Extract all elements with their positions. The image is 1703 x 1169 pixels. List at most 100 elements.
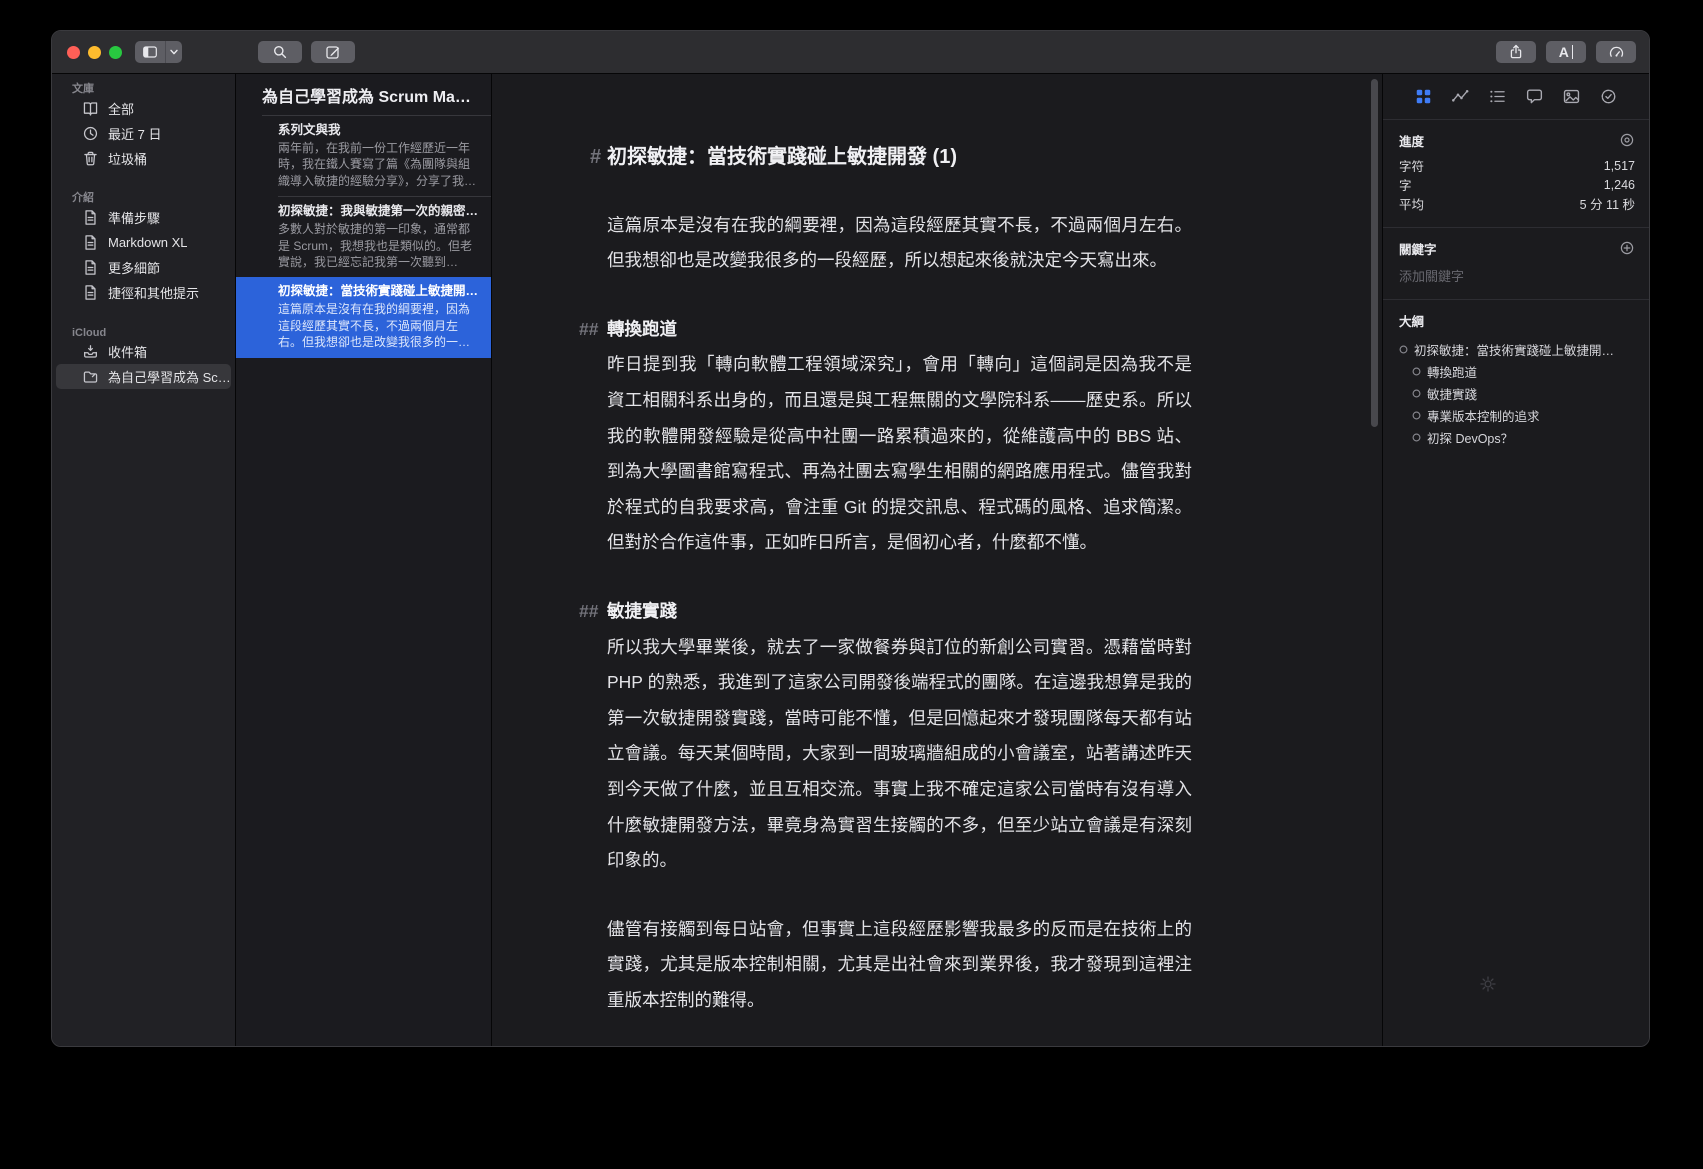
outline-item-label: 初探敏捷：當技術實踐碰上敏捷開…: [1414, 340, 1614, 359]
outline-item-label: 初探 DevOps？: [1427, 428, 1513, 447]
trash-icon: [82, 150, 99, 167]
share-button[interactable]: [1496, 41, 1536, 63]
paragraph: 這篇原本是沒有在我的綱要裡，因為這段經歷其實不長，不過兩個月左右。但我想卻也是改…: [607, 208, 1192, 279]
sidebar-section-library: 文庫: [52, 78, 235, 96]
sheet-icon: [82, 209, 99, 226]
sidebar-item-trash[interactable]: 垃圾桶: [56, 146, 231, 171]
sidebar-item-label: 全部: [108, 99, 134, 118]
sidebar-item-label: 最近 7 日: [108, 124, 161, 143]
outline-item[interactable]: 轉換跑道: [1399, 360, 1635, 382]
progress-section: 進度 字符 1,517 字 1,246 平均: [1383, 120, 1649, 228]
zoom-button[interactable]: [109, 46, 122, 59]
stat-average-reading-time: 平均 5 分 11 秒: [1399, 194, 1635, 213]
sidebar-item-prep-steps[interactable]: 準備步驟: [56, 205, 231, 230]
sidebar-section-intro: 介紹: [52, 187, 235, 205]
outline-list-tab[interactable]: [1488, 87, 1507, 106]
markdown-heading1: #初探敏捷：當技術實踐碰上敏捷開發 (1): [607, 140, 1192, 176]
sidebar-item-label: 準備步驟: [108, 208, 160, 227]
sheet-preview: 多數人對於敏捷的第一印象，通常都是 Scrum，我想我也是類似的。但老實說，我已…: [278, 221, 479, 270]
sidebar-item-label: 收件箱: [108, 342, 147, 361]
search-button[interactable]: [258, 41, 302, 63]
minimize-button[interactable]: [88, 46, 101, 59]
compose-icon: [325, 44, 341, 60]
titlebar: A: [52, 31, 1649, 74]
sidebar-item-all[interactable]: 全部: [56, 96, 231, 121]
keyword-input[interactable]: 添加關鍵字: [1399, 266, 1635, 285]
sidebar-item-more-details[interactable]: 更多細節: [56, 255, 231, 280]
dashboard-panel: 進度 字符 1,517 字 1,246 平均: [1382, 74, 1649, 1047]
stat-value: 1,517: [1604, 159, 1635, 173]
sheet-icon: [82, 234, 99, 251]
keywords-section: 關鍵字 添加關鍵字: [1383, 228, 1649, 300]
clock-icon: [82, 125, 99, 142]
panel-tabs: [1383, 74, 1649, 120]
sheet-list-title: 為自己學習成為 Scrum Mas…: [236, 74, 491, 115]
sidebar-item-label: 為自己學習成為 Scrum…: [108, 367, 231, 386]
inbox-icon: [82, 343, 99, 360]
sheet-icon: [82, 259, 99, 276]
media-image-tab[interactable]: [1562, 87, 1581, 106]
markdown-h2-marker: ##: [579, 594, 598, 630]
markdown-heading2: ##轉換跑道: [607, 312, 1192, 348]
stat-label: 平均: [1399, 194, 1424, 213]
comments-tab[interactable]: [1525, 87, 1544, 106]
sidebar-item-label: Markdown XL: [108, 235, 187, 250]
sidebar-toggle-icon: [135, 41, 165, 63]
dashboard-button[interactable]: [1596, 41, 1636, 63]
book-icon: [82, 100, 99, 117]
gauge-icon: [1608, 44, 1625, 61]
stat-words: 字 1,246: [1399, 175, 1635, 194]
editor: #初探敏捷：當技術實踐碰上敏捷開發 (1) 這篇原本是沒有在我的綱要裡，因為這段…: [492, 74, 1382, 1047]
traffic-lights: [67, 46, 122, 59]
stat-value: 5 分 11 秒: [1580, 194, 1635, 213]
app-window: A 文庫 全部: [51, 30, 1650, 1047]
editor-text-area[interactable]: #初探敏捷：當技術實踐碰上敏捷開發 (1) 這篇原本是沒有在我的綱要裡，因為這段…: [492, 74, 1192, 1018]
sheet-preview: 兩年前，在我前一份工作經歷近一年時，我在鐵人賽寫了篇《為團隊與組織導入敏捷的經驗…: [278, 140, 479, 189]
settings-gear-button[interactable]: [1479, 975, 1497, 993]
sidebar: 文庫 全部 最近 7 日 垃圾桶: [52, 74, 236, 1047]
paragraph: 所以我大學畢業後，就去了一家做餐券與訂位的新創公司實習。憑藉當時對 PHP 的熟…: [607, 630, 1192, 879]
progress-chart-tab[interactable]: [1451, 87, 1470, 106]
goal-target-button[interactable]: [1619, 132, 1635, 148]
outline-circle-icon: [1399, 345, 1408, 354]
text-view-button[interactable]: A: [1546, 41, 1586, 63]
stat-label: 字符: [1399, 156, 1424, 175]
markdown-heading2: ##敏捷實踐: [607, 594, 1192, 630]
sheet-title: 系列文與我: [278, 122, 479, 139]
keywords-title: 關鍵字: [1399, 239, 1437, 258]
sheet-item[interactable]: 初探敏捷：我與敏捷第一次的親密接觸 多數人對於敏捷的第一印象，通常都是 Scru…: [236, 197, 491, 277]
chevron-down-icon[interactable]: [165, 41, 182, 63]
sheet-title: 初探敏捷：我與敏捷第一次的親密接觸: [278, 203, 479, 220]
sidebar-item-markdown-xl[interactable]: Markdown XL: [56, 230, 231, 255]
outline-item[interactable]: 專業版本控制的追求: [1399, 404, 1635, 426]
sidebar-item-scrum-project[interactable]: 為自己學習成為 Scrum…: [56, 364, 231, 389]
sidebar-item-last-7-days[interactable]: 最近 7 日: [56, 121, 231, 146]
outline-item[interactable]: 敏捷實踐: [1399, 382, 1635, 404]
outline-section: 大綱 初探敏捷：當技術實踐碰上敏捷開… 轉換跑道 敏捷實踐: [1383, 300, 1649, 462]
outline-item[interactable]: 初探敏捷：當技術實踐碰上敏捷開…: [1399, 338, 1635, 360]
sidebar-item-label: 捷徑和其他提示: [108, 283, 199, 302]
sidebar-item-shortcuts-tips[interactable]: 捷徑和其他提示: [56, 280, 231, 305]
dashboard-grid-tab[interactable]: [1414, 87, 1433, 106]
outline-item-label: 專業版本控制的追求: [1427, 406, 1540, 425]
editor-scrollbar[interactable]: [1371, 79, 1378, 427]
outline-circle-icon: [1412, 367, 1421, 376]
add-keyword-button[interactable]: [1619, 240, 1635, 256]
share-icon: [1508, 44, 1524, 60]
paragraph: 昨日提到我「轉向軟體工程領域深究」，會用「轉向」這個詞是因為我不是資工相關科系出…: [607, 347, 1192, 561]
sheet-item[interactable]: 系列文與我 兩年前，在我前一份工作經歷近一年時，我在鐵人賽寫了篇《為團隊與組織導…: [236, 116, 491, 196]
text-caret-icon: [1572, 45, 1574, 59]
stat-label: 字: [1399, 175, 1412, 194]
sidebar-toggle-button[interactable]: [135, 41, 182, 63]
close-button[interactable]: [67, 46, 80, 59]
outline-item-label: 敏捷實踐: [1427, 384, 1477, 403]
sidebar-section-icloud: iCloud: [52, 321, 235, 339]
sheet-item-selected[interactable]: 初探敏捷：當技術實踐碰上敏捷開發 (1) 這篇原本是沒有在我的綱要裡，因為這段經…: [236, 277, 491, 357]
stat-value: 1,246: [1604, 178, 1635, 192]
outline-item[interactable]: 初探 DevOps？: [1399, 426, 1635, 448]
sidebar-item-inbox[interactable]: 收件箱: [56, 339, 231, 364]
markdown-h2-marker: ##: [579, 312, 598, 348]
compose-button[interactable]: [311, 41, 355, 63]
review-badge-tab[interactable]: [1599, 87, 1618, 106]
sheet-title: 初探敏捷：當技術實踐碰上敏捷開發 (1): [278, 283, 479, 300]
